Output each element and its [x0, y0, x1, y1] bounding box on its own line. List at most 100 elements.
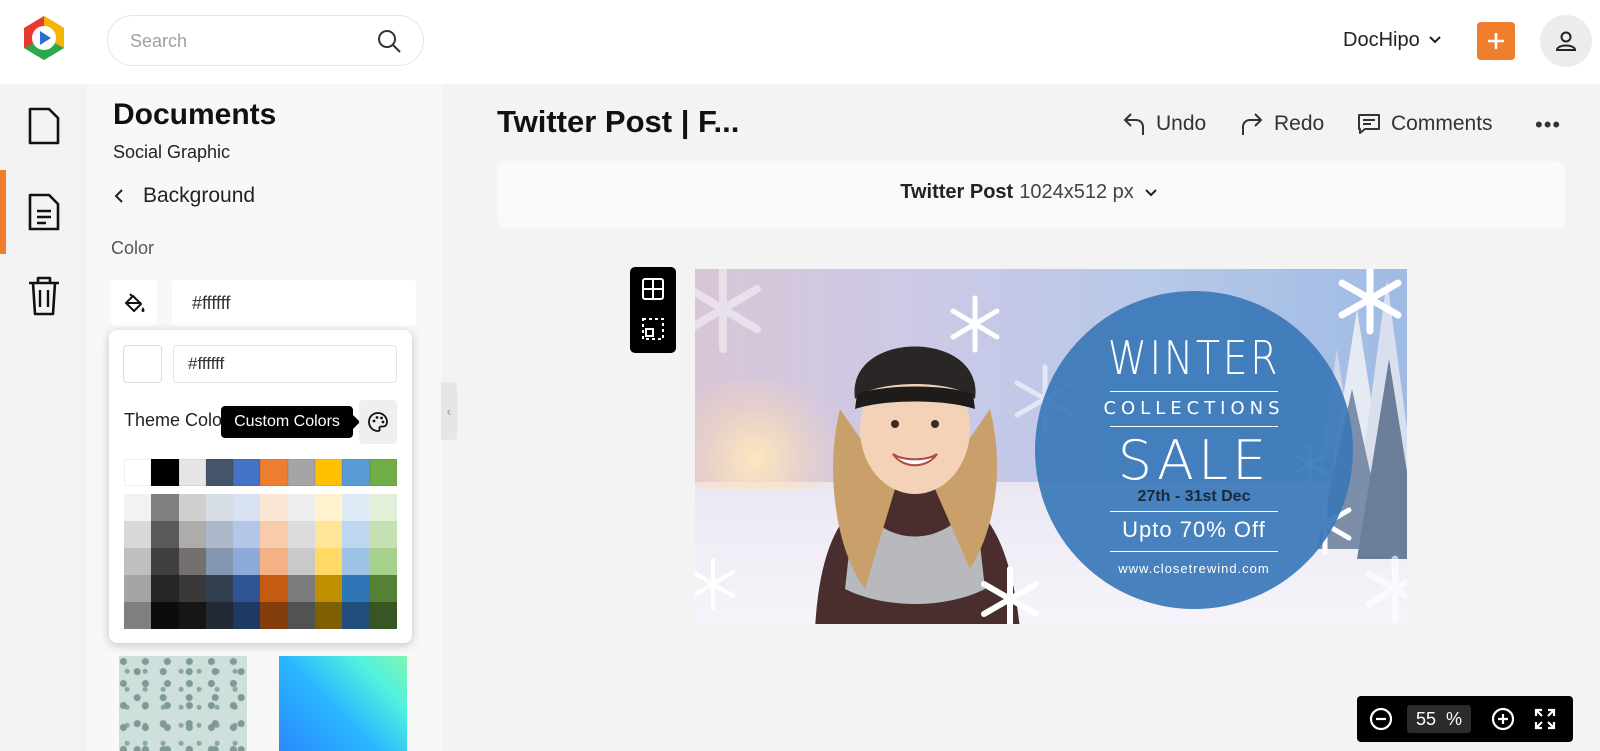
shade-color-swatch[interactable] — [260, 494, 288, 521]
zoom-out-icon[interactable] — [1369, 707, 1393, 731]
shade-color-swatch[interactable] — [233, 521, 261, 548]
background-hex-input[interactable] — [172, 280, 416, 326]
shade-color-swatch[interactable] — [178, 548, 206, 575]
picker-hex-input[interactable] — [173, 345, 397, 383]
shade-color-swatch[interactable] — [151, 575, 179, 602]
search-input[interactable] — [130, 30, 360, 52]
shade-color-swatch[interactable] — [287, 575, 316, 602]
shade-color-swatch[interactable] — [342, 602, 370, 629]
account-name: DocHipo — [1343, 28, 1420, 51]
fill-color-button[interactable] — [111, 280, 157, 326]
document-title[interactable]: Twitter Post | F... — [497, 104, 739, 140]
zoom-level[interactable]: 55 % — [1407, 705, 1471, 733]
custom-colors-button[interactable] — [359, 400, 397, 444]
shade-color-swatch[interactable] — [205, 548, 234, 575]
shade-color-swatch[interactable] — [342, 548, 370, 575]
shade-color-swatch[interactable] — [151, 602, 179, 629]
shade-color-swatch[interactable] — [205, 575, 234, 602]
search-icon[interactable] — [376, 28, 402, 54]
shade-color-swatch[interactable] — [287, 494, 316, 521]
shade-color-swatch[interactable] — [260, 521, 288, 548]
fullscreen-icon[interactable] — [1533, 707, 1557, 731]
redo-label: Redo — [1274, 112, 1325, 135]
shade-color-swatch[interactable] — [124, 548, 152, 575]
design-canvas[interactable]: WINTER COLLECTIONS SALE 27th - 31st Dec … — [695, 269, 1407, 624]
zoom-unit: % — [1446, 708, 1463, 729]
shade-color-swatch[interactable] — [369, 575, 397, 602]
shade-color-swatch[interactable] — [342, 575, 370, 602]
shade-color-swatch[interactable] — [151, 548, 179, 575]
shade-color-swatch[interactable] — [124, 494, 152, 521]
theme-color-swatch[interactable] — [233, 459, 261, 486]
rail-new-document[interactable] — [0, 84, 87, 168]
shade-color-swatch[interactable] — [369, 494, 397, 521]
shade-color-swatch[interactable] — [369, 548, 397, 575]
shade-color-swatch[interactable] — [342, 494, 370, 521]
top-bar: DocHipo — [0, 0, 1600, 84]
create-button[interactable] — [1477, 22, 1515, 60]
theme-color-swatch[interactable] — [205, 459, 234, 486]
shade-color-swatch[interactable] — [178, 521, 206, 548]
shade-color-swatch[interactable] — [233, 602, 261, 629]
rail-documents[interactable] — [0, 170, 87, 254]
shade-color-swatch[interactable] — [342, 521, 370, 548]
divider-line — [1110, 391, 1278, 392]
shade-color-swatch[interactable] — [178, 494, 206, 521]
grid-icon[interactable] — [641, 277, 665, 301]
comments-button[interactable]: Comments — [1357, 108, 1493, 140]
theme-color-swatch[interactable] — [151, 459, 179, 486]
theme-color-swatch[interactable] — [178, 459, 206, 486]
plus-icon — [1488, 33, 1504, 49]
shade-color-swatch[interactable] — [205, 494, 234, 521]
shade-color-swatch[interactable] — [205, 521, 234, 548]
shade-color-swatch[interactable] — [287, 602, 316, 629]
redo-button[interactable]: Redo — [1240, 108, 1324, 140]
shade-color-swatch[interactable] — [315, 602, 343, 629]
shade-color-swatch[interactable] — [315, 548, 343, 575]
shade-color-swatch[interactable] — [178, 575, 206, 602]
undo-button[interactable]: Undo — [1122, 108, 1206, 140]
shade-color-swatch[interactable] — [151, 494, 179, 521]
dochipo-logo-icon[interactable] — [20, 14, 68, 62]
current-color-swatch[interactable] — [123, 345, 162, 383]
shade-color-swatch[interactable] — [315, 494, 343, 521]
more-options-icon[interactable]: ••• — [1535, 112, 1561, 138]
zoom-in-icon[interactable] — [1491, 707, 1515, 731]
shade-color-swatch[interactable] — [151, 521, 179, 548]
undo-label: Undo — [1156, 112, 1207, 135]
shade-color-swatch[interactable] — [315, 521, 343, 548]
collapse-panel-handle[interactable]: ‹ — [441, 382, 457, 440]
shade-color-swatch[interactable] — [124, 521, 152, 548]
theme-color-swatch[interactable] — [369, 459, 397, 486]
theme-color-swatch[interactable] — [342, 459, 370, 486]
shade-color-swatch[interactable] — [124, 602, 152, 629]
pattern-background-thumbnail[interactable] — [119, 656, 247, 751]
shade-color-swatch[interactable] — [124, 575, 152, 602]
shade-color-swatch[interactable] — [260, 548, 288, 575]
design-sale: SALE — [1117, 429, 1271, 492]
canvas-size-selector[interactable]: Twitter Post 1024x512 px — [497, 161, 1565, 228]
shade-color-swatch[interactable] — [287, 548, 316, 575]
select-area-icon[interactable] — [641, 317, 665, 341]
account-switcher[interactable]: DocHipo — [1343, 26, 1442, 54]
shade-color-swatch[interactable] — [315, 575, 343, 602]
shade-color-swatch[interactable] — [369, 602, 397, 629]
shade-color-swatch[interactable] — [178, 602, 206, 629]
shade-color-swatch[interactable] — [260, 602, 288, 629]
rail-trash[interactable] — [0, 254, 87, 338]
shade-color-swatch[interactable] — [205, 602, 234, 629]
theme-color-swatch[interactable] — [260, 459, 288, 486]
shade-color-swatch[interactable] — [233, 575, 261, 602]
theme-color-swatch[interactable] — [315, 459, 343, 486]
zoom-value: 55 — [1415, 708, 1436, 729]
shade-color-swatch[interactable] — [369, 521, 397, 548]
theme-color-swatch[interactable] — [124, 459, 152, 486]
back-to-background[interactable]: Background — [113, 182, 255, 210]
shade-color-swatch[interactable] — [233, 494, 261, 521]
shade-color-swatch[interactable] — [287, 521, 316, 548]
avatar[interactable] — [1540, 15, 1592, 67]
shade-color-swatch[interactable] — [260, 575, 288, 602]
theme-color-swatch[interactable] — [287, 459, 316, 486]
shade-color-swatch[interactable] — [233, 548, 261, 575]
gradient-background-thumbnail[interactable] — [279, 656, 407, 751]
